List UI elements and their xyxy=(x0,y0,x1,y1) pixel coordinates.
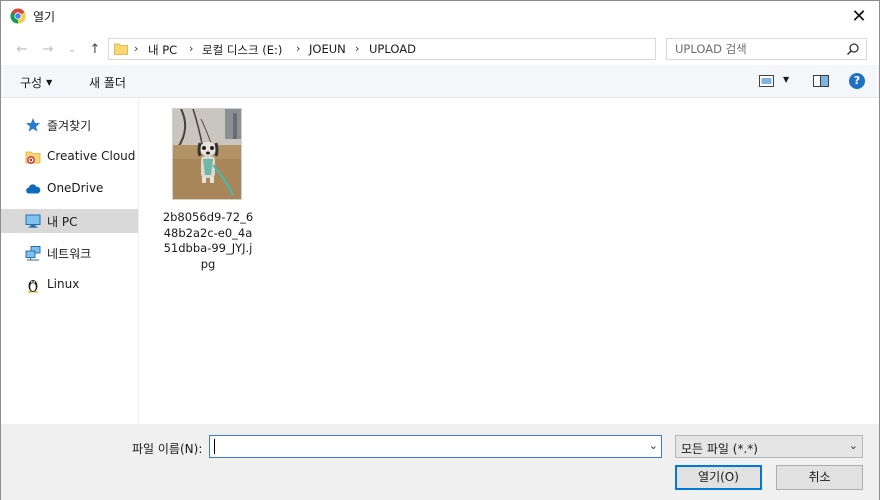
search-box xyxy=(666,38,867,60)
breadcrumb-local-disk[interactable]: 로컬 디스크 (E:) xyxy=(202,42,282,58)
view-options-caret-icon[interactable]: ▼ xyxy=(783,75,789,84)
sidebar-item-label: Linux xyxy=(47,277,80,291)
filename-history-dropdown[interactable]: ⌄ xyxy=(649,439,658,452)
breadcrumb-my-pc[interactable]: 내 PC xyxy=(148,42,177,58)
back-arrow-icon: ← xyxy=(16,41,28,57)
open-button[interactable]: 열기(O) xyxy=(675,465,762,490)
up-arrow-icon: ↑ xyxy=(89,41,101,57)
new-folder-button[interactable]: 새 폴더 xyxy=(89,74,126,91)
filename-combobox: ⌄ xyxy=(209,435,662,458)
title-bar: 열기 ✕ xyxy=(1,1,879,32)
navigation-pane: 즐겨찾기 Creative Cloud Files OneDrive 내 PC xyxy=(1,98,139,424)
search-input[interactable] xyxy=(675,42,845,56)
sidebar-item-linux[interactable]: Linux xyxy=(1,273,138,297)
sidebar-item-label: 내 PC xyxy=(47,215,78,229)
sidebar-item-network[interactable]: 네트워크 xyxy=(1,241,138,265)
search-icon[interactable] xyxy=(846,42,860,56)
recent-locations-button[interactable]: ⌄ xyxy=(63,40,81,58)
file-list: 2b8056d9-72_648b2a2c-e0_4a51dbba-99_JYJ.… xyxy=(140,98,879,424)
sidebar-item-my-pc[interactable]: 내 PC xyxy=(1,209,138,233)
breadcrumb-separator: › xyxy=(189,42,194,55)
dog-photo-image xyxy=(173,109,241,199)
cloud-icon xyxy=(26,184,41,194)
command-toolbar: 구성 ▼ 새 폴더 ▼ ? xyxy=(1,65,879,98)
sidebar-item-label: 즐겨찾기 xyxy=(47,119,92,133)
organize-button[interactable]: 구성 ▼ xyxy=(20,74,52,91)
breadcrumb-joeun[interactable]: JOEUN xyxy=(309,42,346,56)
breadcrumb-separator: › xyxy=(134,42,139,55)
cancel-button[interactable]: 취소 xyxy=(776,465,863,490)
organize-label: 구성 xyxy=(20,76,43,90)
forward-arrow-icon: → xyxy=(42,41,54,57)
sidebar-item-label: OneDrive xyxy=(47,181,104,195)
breadcrumb-separator: › xyxy=(355,42,360,55)
address-bar[interactable]: › 내 PC › 로컬 디스크 (E:) › JOEUN › UPLOAD ⌄ … xyxy=(108,38,753,60)
caret-down-icon: ▼ xyxy=(46,78,53,87)
dialog-title: 열기 xyxy=(33,10,56,24)
file-name: 2b8056d9-72_648b2a2c-e0_4a51dbba-99_JYJ.… xyxy=(162,210,254,271)
filename-input[interactable] xyxy=(214,439,634,454)
preview-pane-icon[interactable] xyxy=(813,75,829,87)
chevron-down-icon: ⌄ xyxy=(67,43,77,55)
text-cursor xyxy=(214,439,215,454)
chrome-icon xyxy=(10,8,26,24)
address-row: ← → ⌄ ↑ › 내 PC › 로컬 디스크 (E:) › JOEUN › U… xyxy=(1,32,879,65)
forward-button[interactable]: → xyxy=(39,40,57,58)
sidebar-item-label: 네트워크 xyxy=(47,247,92,261)
linux-icon xyxy=(28,280,38,293)
image-thumbnail xyxy=(172,108,242,200)
close-button[interactable]: ✕ xyxy=(839,1,879,32)
star-icon xyxy=(26,118,40,132)
close-icon: ✕ xyxy=(851,6,867,27)
breadcrumb-upload[interactable]: UPLOAD xyxy=(369,42,416,56)
help-icon[interactable]: ? xyxy=(849,73,865,89)
up-button[interactable]: ↑ xyxy=(86,40,104,58)
chevron-down-icon: ⌄ xyxy=(848,439,858,452)
folder-icon xyxy=(114,43,128,55)
sidebar-item-quick-access[interactable]: 즐겨찾기 xyxy=(1,113,138,137)
open-file-dialog: 열기 ✕ ← → ⌄ ↑ › 내 PC › 로컬 디스크 (E:) › JOEU… xyxy=(0,0,880,500)
computer-icon xyxy=(25,214,41,228)
dialog-footer: 파일 이름(N): ⌄ 모든 파일 (*.*) ⌄ 열기(O) 취소 xyxy=(1,424,879,500)
breadcrumb-separator: › xyxy=(296,42,301,55)
back-button[interactable]: ← xyxy=(13,40,31,58)
filetype-value: 모든 파일 (*.*) xyxy=(681,442,758,456)
filename-label: 파일 이름(N): xyxy=(132,442,203,456)
view-mode-icon[interactable] xyxy=(759,75,774,87)
sidebar-item-label: Creative Cloud Files xyxy=(47,149,139,163)
creative-cloud-folder-icon xyxy=(25,151,41,164)
sidebar-item-creative-cloud[interactable]: Creative Cloud Files xyxy=(1,145,139,169)
filetype-select[interactable]: 모든 파일 (*.*) ⌄ xyxy=(675,435,863,458)
network-icon xyxy=(25,246,41,261)
sidebar-item-onedrive[interactable]: OneDrive xyxy=(1,177,138,201)
